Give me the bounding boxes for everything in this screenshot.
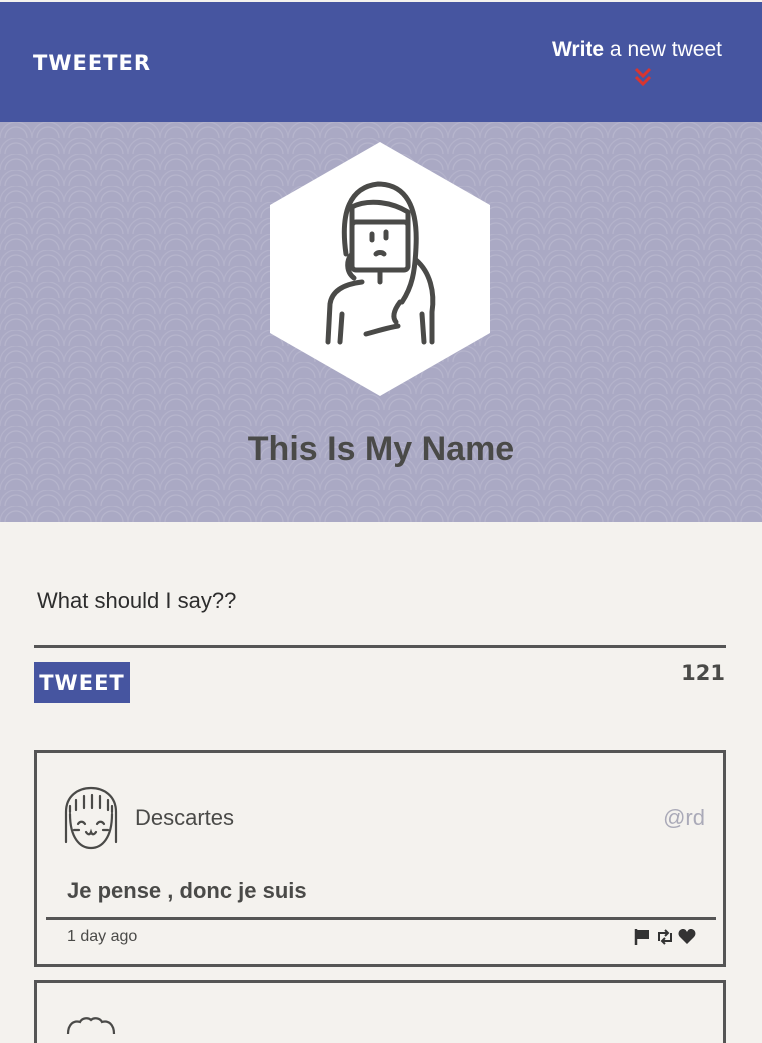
- profile-name: This Is My Name: [247, 430, 515, 468]
- character-counter: 121: [681, 661, 725, 685]
- user-avatar-icon: [64, 786, 118, 850]
- profile-avatar: [270, 142, 490, 396]
- tweet-actions: [633, 927, 697, 947]
- flag-icon[interactable]: [633, 927, 653, 947]
- heart-icon[interactable]: [677, 927, 697, 947]
- retweet-icon[interactable]: [655, 927, 675, 947]
- compose-label-bold: Write: [551, 38, 605, 61]
- profile-header: This Is My Name: [0, 122, 762, 522]
- tweet-timestamp: 1 day ago: [67, 928, 138, 945]
- tweet-text: Je pense , donc je suis: [67, 878, 307, 903]
- tweet-divider: [46, 917, 716, 920]
- tweet-card: [34, 980, 726, 1043]
- compose-label-rest: a new tweet: [604, 38, 722, 61]
- top-nav-bar: TWEETER Write a new tweet: [0, 2, 762, 122]
- composer-underline: [34, 645, 726, 648]
- tweet-card: Descartes @rd Je pense , donc je suis 1 …: [34, 750, 726, 967]
- user-avatar-icon: [66, 1017, 116, 1034]
- brand-logo[interactable]: TWEETER: [33, 48, 151, 78]
- tweet-button[interactable]: TWEET: [34, 662, 130, 703]
- double-chevron-down-icon[interactable]: [633, 66, 653, 88]
- tweet-author-name: Descartes: [135, 805, 235, 830]
- tweet-input[interactable]: What should I say??: [37, 588, 236, 614]
- write-tweet-toggle[interactable]: Write a new tweet: [552, 35, 722, 65]
- tweet-author-handle: @rd: [663, 805, 705, 830]
